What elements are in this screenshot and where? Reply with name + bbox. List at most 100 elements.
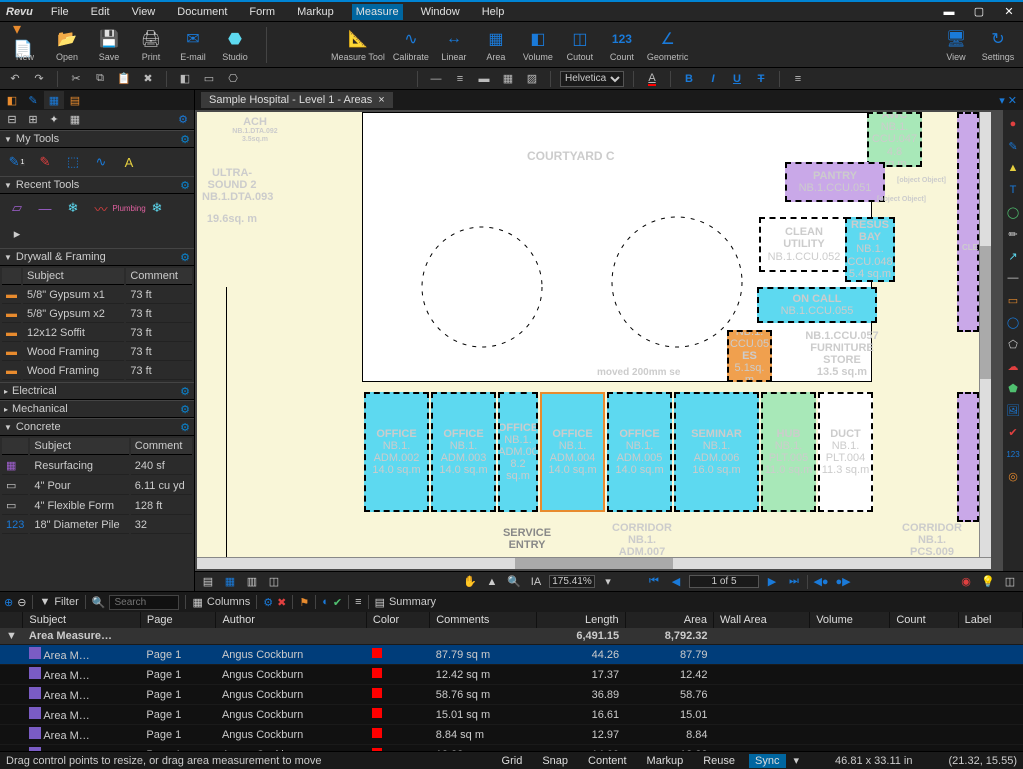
linecolor-icon[interactable]: ▬ [475,71,493,87]
measure-tool-button[interactable]: 📐Measure Tool [331,28,385,62]
status-markup[interactable]: Markup [641,754,690,768]
delete-icon[interactable]: ✖ [139,71,157,87]
drywall-row[interactable]: ▬Wood Framing73 ft [2,344,192,361]
status-content[interactable]: Content [582,754,633,768]
filter-label[interactable]: Filter [54,596,78,608]
next-page-icon[interactable]: ▶ [763,574,781,590]
menu-help[interactable]: Help [478,4,509,20]
panel-collapse-icon[interactable]: ⊟ [2,111,22,129]
menu-window[interactable]: Window [417,4,464,20]
panel-config-icon[interactable]: ✦ [44,111,64,129]
collapse-icon[interactable]: ⊖ [17,596,26,609]
section-mechanical[interactable]: ▸Mechanical⚙ [0,400,194,418]
recent-plumbing[interactable]: Plumbing [118,198,140,218]
room-clean[interactable]: CLEANUTILITYNB.1.CCU.052 [759,217,849,272]
vscrollbar[interactable] [979,112,991,557]
filter-icon[interactable]: ▼ [39,596,50,608]
document-tab[interactable]: Sample Hospital - Level 1 - Areas× [201,92,393,108]
status-snap[interactable]: Snap [536,754,574,768]
viewmode-4[interactable]: ◫ [265,574,283,590]
mytool-1[interactable]: ✎1 [6,152,28,172]
tool1-icon[interactable]: ◧ [176,71,194,87]
rtool-9[interactable]: ▭ [1005,292,1021,308]
geometric-button[interactable]: ∠Geometric [647,28,689,62]
rtool-4[interactable]: T [1005,182,1021,198]
markup-row[interactable]: Area M…Page 1Angus Cockburn58.76 sq m36.… [0,685,1023,705]
status-sync[interactable]: Sync [749,754,785,768]
summary-label[interactable]: Summary [389,596,436,608]
tab-properties[interactable]: ✎ [23,91,43,109]
dim-toggle-icon[interactable]: ◉ [957,574,975,590]
status-grid[interactable]: Grid [496,754,529,768]
mytool-3[interactable]: ⬚ [62,152,84,172]
maximize-icon[interactable]: ▢ [971,5,987,18]
text-select-icon[interactable]: IA [527,574,545,590]
strike-button[interactable]: T [752,71,770,87]
drywall-row[interactable]: ▬5/8" Gypsum x173 ft [2,287,192,304]
cut-icon[interactable]: ✂ [67,71,85,87]
mytool-5[interactable]: A [118,152,140,172]
tool2-icon[interactable]: ▭ [200,71,218,87]
menu-view[interactable]: View [128,4,160,20]
col-author[interactable]: Author [216,612,366,628]
list-icon[interactable]: ≡ [355,596,361,608]
open-button[interactable]: 📂Open [50,28,84,62]
rtool-13[interactable]: ⬟ [1005,380,1021,396]
col-subject[interactable]: Subject [23,612,141,628]
font-select[interactable]: Helvetica [560,71,624,87]
col-page[interactable]: Page [140,612,216,628]
room-oncall[interactable]: ON CALLNB.1.CCU.055 [757,287,877,323]
split-icon[interactable]: ◫ [1001,574,1019,590]
count-button[interactable]: 123Count [605,28,639,62]
bold-button[interactable]: B [680,71,698,87]
section-concrete[interactable]: ▼Concrete⚙ [0,418,194,436]
markup-row[interactable]: Area M…Page 1Angus Cockburn87.79 sq m44.… [0,645,1023,665]
room-seminar[interactable]: SEMINARNB.1.ADM.00616.0 sq.m [674,392,759,512]
room-right-purple2[interactable] [957,392,979,522]
drawing-canvas[interactable]: COURTYARD C moved 200mm se ULTRA-SOUND 2… [195,110,1023,571]
recent-4[interactable]: 〰 [90,198,112,218]
section-recent[interactable]: ▼Recent Tools⚙ [0,176,194,194]
gear-icon[interactable]: ⚙ [180,385,190,398]
gear2-icon[interactable]: ⚙ [263,596,273,609]
col-length[interactable]: Length [537,612,625,628]
viewmode-1[interactable]: ▤ [199,574,217,590]
rtool-15[interactable]: ✔ [1005,424,1021,440]
menu-measure[interactable]: Measure [352,4,403,20]
rtool-3[interactable]: ▲ [1005,160,1021,176]
drywall-row[interactable]: ▬5/8" Gypsum x273 ft [2,306,192,323]
rtool-6[interactable]: ✏ [1005,226,1021,242]
gear-icon[interactable]: ⚙ [180,251,190,264]
drywall-row[interactable]: ▬12x12 Soffit73 ft [2,325,192,342]
mytool-4[interactable]: ∿ [90,152,112,172]
hand-tool-icon[interactable]: ✋ [461,574,479,590]
linestyle-icon[interactable]: — [427,71,445,87]
room-pantry[interactable]: PANTRYNB.1.CCU.051 [785,162,885,202]
linear-button[interactable]: ↔Linear [437,28,471,62]
gear-icon[interactable]: ⚙ [180,403,190,416]
rtool-14[interactable]: 🖼 [1005,402,1021,418]
panel-gear-icon[interactable]: ⚙ [178,113,192,126]
tab-close-icon[interactable]: × [378,94,384,106]
concrete-row[interactable]: ▦Resurfacing240 sf [2,457,192,475]
gear-icon[interactable]: ⚙ [180,133,190,146]
rtool-5[interactable]: ◯ [1005,204,1021,220]
section-drywall[interactable]: ▼Drywall & Framing⚙ [0,248,194,266]
room-office-5[interactable]: OFFICENB.1.ADM.00514.0 sq.m [607,392,672,512]
recent-1[interactable]: ▱ [6,198,28,218]
italic-button[interactable]: I [704,71,722,87]
page-input[interactable] [689,575,759,588]
room-duct[interactable]: DUCTNB.1.PLT.00411.3 sq.m [818,392,873,512]
section-electrical[interactable]: ▸Electrical⚙ [0,382,194,400]
hscrollbar[interactable] [197,557,991,569]
check-icon[interactable]: ✔ [333,596,342,609]
tab-bookmarks[interactable]: ▤ [65,91,85,109]
recent-2[interactable]: — [34,198,56,218]
menu-file[interactable]: File [47,4,73,20]
prev-page-icon[interactable]: ◀ [667,574,685,590]
undo-icon[interactable]: ↶ [6,71,24,87]
rtool-10[interactable]: ◯ [1005,314,1021,330]
summary-icon[interactable]: ▤ [375,596,385,609]
rtool-1[interactable]: ● [1005,116,1021,132]
copy-icon[interactable]: ⧉ [91,71,109,87]
